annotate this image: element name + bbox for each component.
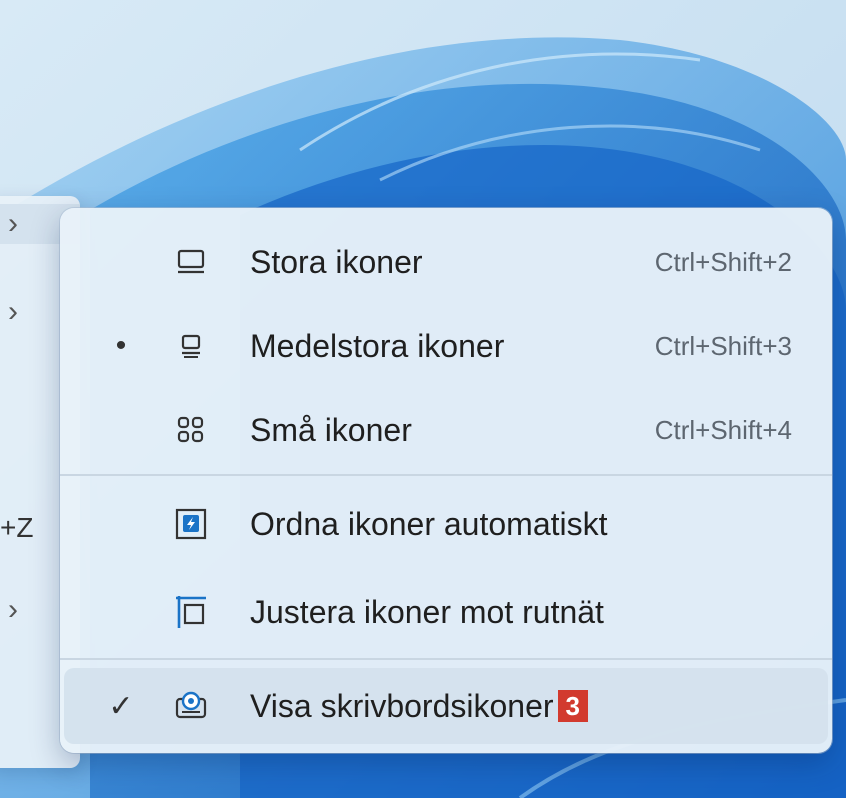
large-icons-icon bbox=[177, 249, 205, 274]
menu-separator bbox=[60, 474, 832, 476]
align-grid-icon bbox=[176, 596, 206, 628]
chevron-right-icon: › bbox=[8, 593, 18, 626]
menu-item-large-icons[interactable]: Stora ikoner Ctrl+Shift+2 bbox=[60, 220, 832, 304]
menu-item-align-grid[interactable]: Justera ikoner mot rutnät bbox=[60, 568, 832, 656]
menu-item-auto-arrange[interactable]: Ordna ikoner automatiskt bbox=[60, 480, 832, 568]
menu-item-shortcut: Ctrl+Shift+2 bbox=[654, 246, 792, 277]
auto-arrange-icon bbox=[175, 508, 207, 540]
show-desktop-icons-icon bbox=[175, 691, 207, 719]
menu-item-label: Visa skrivbordsikoner 3 bbox=[250, 688, 588, 725]
menu-item-medium-icons[interactable]: • Medelstora ikoner Ctrl+Shift+3 bbox=[60, 304, 832, 388]
menu-item-label: Justera ikoner mot rutnät bbox=[250, 593, 604, 630]
radio-selected-dot: • bbox=[115, 329, 127, 362]
chevron-right-icon: › bbox=[8, 295, 18, 328]
menu-item-label-text: Visa skrivbordsikoner bbox=[250, 687, 554, 724]
menu-item-label: Ordna ikoner automatiskt bbox=[250, 505, 608, 542]
menu-item-small-icons[interactable]: Små ikoner Ctrl+Shift+4 bbox=[60, 388, 832, 472]
medium-icons-icon bbox=[181, 334, 201, 358]
menu-item-label: Medelstora ikoner bbox=[250, 327, 505, 364]
menu-item-label: Små ikoner bbox=[250, 411, 412, 448]
chevron-right-icon: › bbox=[8, 207, 18, 240]
menu-item-show-desktop-icons[interactable]: ✓ Visa skrivbordsikoner 3 bbox=[64, 668, 828, 744]
menu-item-shortcut: Ctrl+Shift+3 bbox=[654, 330, 792, 361]
view-submenu: Stora ikoner Ctrl+Shift+2 • Medelstora i… bbox=[60, 208, 832, 753]
checkmark-icon: ✓ bbox=[108, 689, 134, 723]
menu-item-shortcut: Ctrl+Shift+4 bbox=[654, 414, 792, 445]
shortcut-text: +Z bbox=[0, 512, 34, 543]
callout-number-badge: 3 bbox=[557, 690, 588, 723]
small-icons-icon bbox=[177, 416, 204, 443]
menu-item-label: Stora ikoner bbox=[250, 243, 423, 280]
menu-separator bbox=[60, 658, 832, 660]
